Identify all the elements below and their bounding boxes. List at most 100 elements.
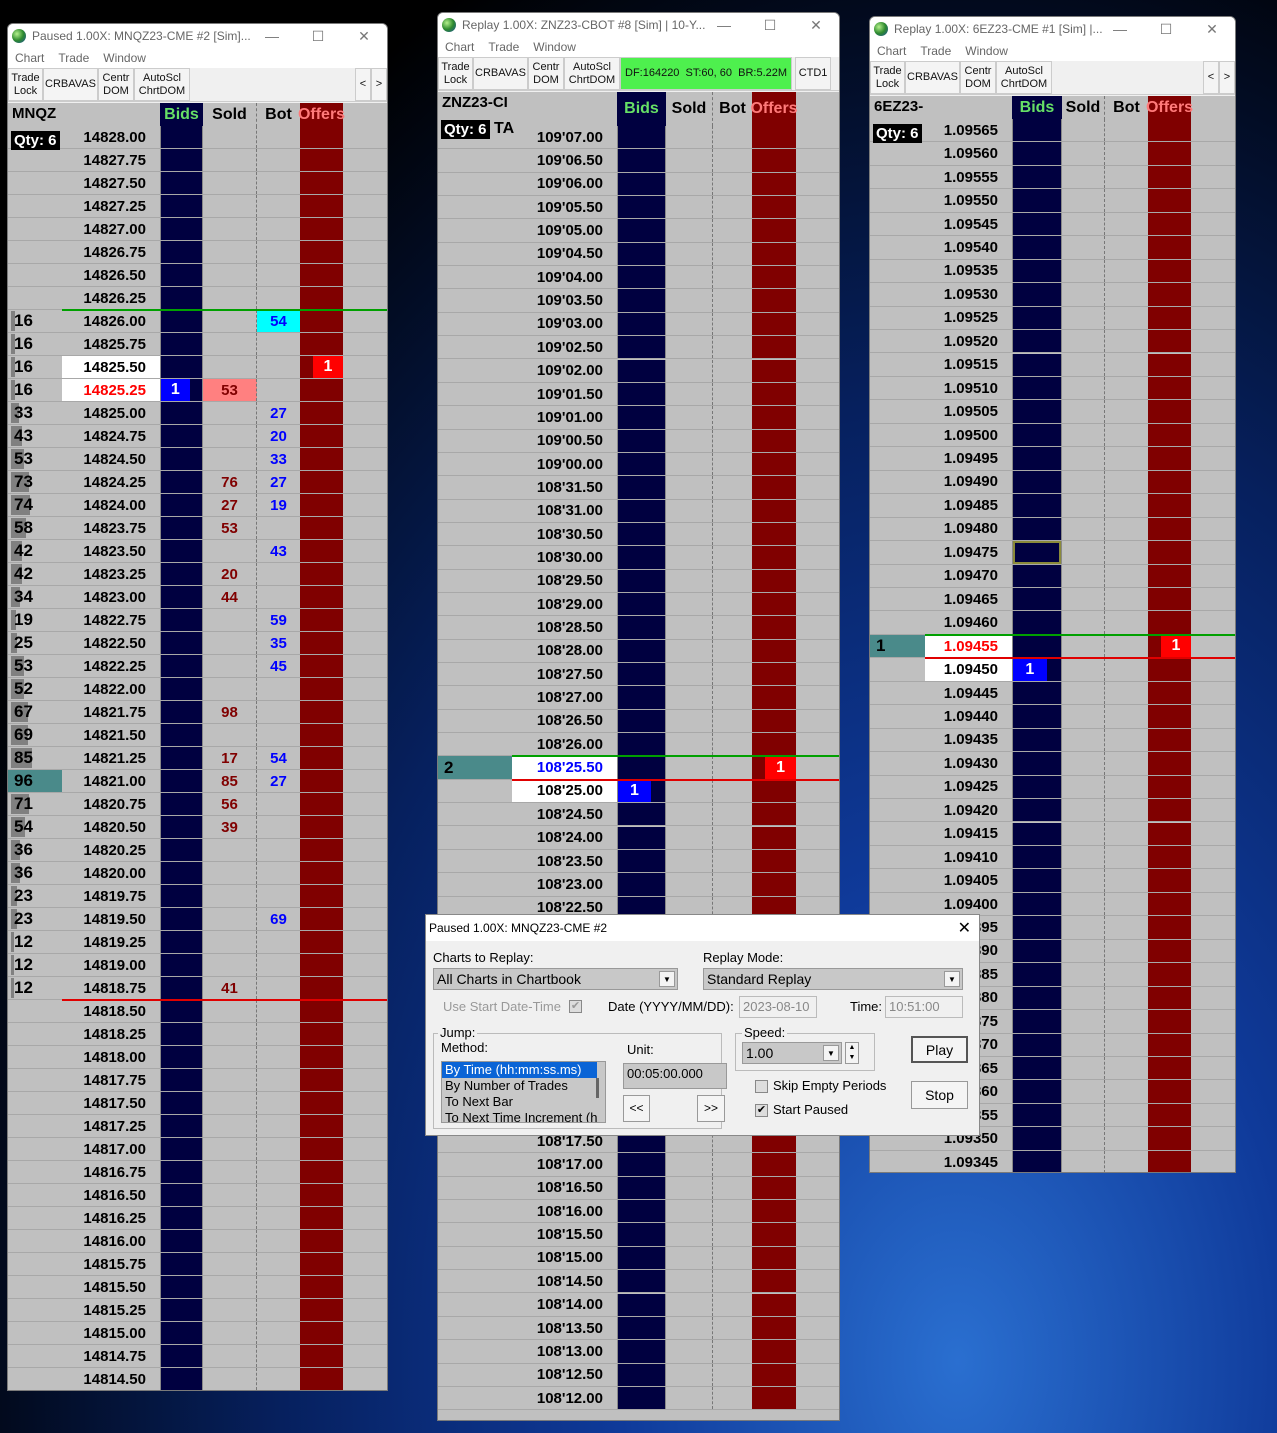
offer-cell[interactable] [1148,986,1191,1010]
ladder-row[interactable]: 108'23.50 [438,849,839,874]
bid-cell[interactable] [1012,963,1062,986]
bid-cell[interactable] [160,494,203,516]
offer-cell[interactable] [752,522,796,546]
bid-cell[interactable] [1012,1103,1062,1127]
ladder-row[interactable]: 108'24.00 [438,826,839,850]
price-cell[interactable]: 14822.25 [62,655,160,677]
ladder-row[interactable]: 1.09425 [870,775,1235,800]
offer-cell[interactable] [300,1161,343,1183]
unit-field[interactable]: 00:05:00.000 [623,1063,727,1089]
method-option[interactable]: To Next Time Increment (h [442,1110,605,1122]
ladder-row[interactable]: 108'16.50 [438,1176,839,1201]
price-cell[interactable]: 1.09520 [925,330,1012,352]
offer-cell[interactable] [752,242,796,266]
offer-cell[interactable] [300,885,343,907]
ladder-row[interactable]: 109'01.00 [438,406,839,430]
dropdown-arrow-icon[interactable]: ▼ [944,971,960,987]
offer-cell[interactable] [300,1368,343,1390]
bid-cell[interactable] [1012,822,1062,845]
use-start-datetime-checkbox[interactable]: ✔ [569,1000,582,1013]
bid-cell[interactable] [1012,259,1062,283]
working-buy-order[interactable]: 1 [161,379,190,401]
offer-cell[interactable] [300,1023,343,1045]
offer-cell[interactable] [752,172,796,196]
ladder-row[interactable]: 42 14823.25 20 [8,563,387,586]
ladder-row[interactable]: 1.09540 [870,236,1235,260]
ladder-row[interactable]: 1.09440 [870,705,1235,729]
price-cell[interactable]: 14821.00 [62,770,160,792]
price-cell[interactable]: 108'28.00 [512,640,617,662]
ladder-row[interactable]: 1.09430 [870,752,1235,776]
ladder-row[interactable]: 108'26.00 [438,733,839,757]
price-cell[interactable]: 14816.75 [62,1161,160,1183]
offer-cell[interactable] [1148,799,1191,822]
offer-cell[interactable] [300,770,343,792]
bid-cell[interactable] [617,756,666,779]
offer-cell[interactable] [752,382,796,406]
bid-cell[interactable] [1012,869,1062,892]
minimize-button[interactable]: — [249,24,295,48]
price-cell[interactable]: 1.09415 [925,823,1012,845]
bid-cell[interactable] [160,1069,203,1091]
ladder-row[interactable]: 1.09410 [870,845,1235,870]
offer-cell[interactable] [300,310,343,332]
offer-cell[interactable] [300,264,343,286]
ladder-row[interactable]: 1.09565 [870,119,1235,143]
offer-cell[interactable] [300,1276,343,1298]
ladder-row[interactable]: 1.09475 [870,541,1235,565]
offer-cell[interactable] [1148,775,1191,799]
offer-cell[interactable] [1148,1010,1191,1033]
bid-cell[interactable] [617,1270,666,1293]
menu-chart[interactable]: Chart [438,40,481,54]
price-cell[interactable]: 14816.00 [62,1230,160,1252]
price-cell[interactable]: 14823.50 [62,540,160,562]
price-cell[interactable]: 108'29.50 [512,570,617,592]
bid-cell[interactable] [617,616,666,639]
ladder-row[interactable]: 43 14824.75 20 [8,425,387,448]
price-cell[interactable]: 108'31.00 [512,500,617,522]
bid-cell[interactable] [160,1322,203,1344]
jump-back-button[interactable]: << [623,1095,650,1122]
offer-cell[interactable] [1148,1150,1191,1172]
offer-cell[interactable] [752,126,796,149]
offer-cell[interactable] [752,219,796,242]
ladder-row[interactable]: 1.09490 [870,470,1235,495]
bid-cell[interactable] [617,639,666,663]
offer-cell[interactable] [752,733,796,756]
close-icon[interactable]: ✕ [958,918,971,938]
price-cell[interactable]: 14819.75 [62,885,160,907]
ladder-row[interactable]: 108'31.00 [438,499,839,523]
ladder-row[interactable]: 14826.50 [8,264,387,287]
autoscl-chrtdom-button[interactable]: AutoScl ChrtDOM [996,61,1052,94]
ladder-row[interactable]: 108'23.00 [438,873,839,897]
bid-cell[interactable] [617,709,666,733]
offer-cell[interactable] [1148,1103,1191,1127]
offer-cell[interactable] [1148,236,1191,259]
bid-cell[interactable] [617,1200,666,1223]
offer-cell[interactable] [300,1046,343,1068]
ladder-row[interactable]: 1.09555 [870,165,1235,190]
bid-cell[interactable] [160,425,203,447]
menu-trade[interactable]: Trade [481,40,526,54]
ladder-row[interactable]: 1.09450 1 [870,658,1235,682]
ladder-row[interactable]: 108'12.50 [438,1363,839,1387]
price-cell[interactable]: 14827.50 [62,172,160,194]
bid-cell[interactable] [1012,353,1062,376]
ladder-row[interactable]: 12 14819.25 [8,931,387,954]
bid-cell[interactable] [160,1207,203,1229]
bid-cell[interactable] [617,593,666,616]
ladder-row[interactable]: 109'00.50 [438,429,839,453]
ladder-row[interactable]: 34 14823.00 44 [8,586,387,609]
bid-cell[interactable] [1012,939,1062,963]
offer-cell[interactable] [1148,541,1191,564]
offer-cell[interactable] [300,632,343,654]
offer-cell[interactable] [752,616,796,639]
offer-cell[interactable] [300,655,343,677]
bid-cell[interactable] [617,149,666,172]
bid-cell[interactable] [1012,681,1062,705]
price-cell[interactable]: 109'00.00 [512,453,617,475]
ladder-row[interactable]: 108'15.00 [438,1246,839,1271]
bid-cell[interactable] [160,1253,203,1275]
price-cell[interactable]: 108'24.50 [512,803,617,825]
offer-cell[interactable] [1148,1080,1191,1103]
